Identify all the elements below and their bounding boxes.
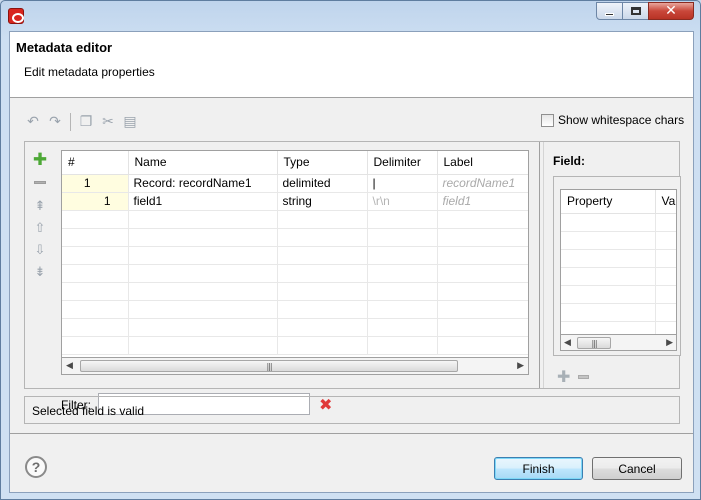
close-icon: ✕ [665,3,677,19]
row-number[interactable]: 1 [62,192,129,211]
dialog-subtitle: Edit metadata properties [24,65,155,79]
property-row [561,231,676,250]
show-whitespace-label: Show whitespace chars [558,113,685,127]
move-top-icon[interactable]: ⇞ [32,198,48,214]
metadata-table: # Name Type Delimiter Label 1 Record: re… [61,150,529,358]
toolbar-separator [70,113,71,131]
column-header-property[interactable]: Property [561,190,656,214]
scroll-left-icon[interactable]: ◀ [66,361,73,371]
status-message: Selected field is valid [32,404,145,418]
column-header-delimiter[interactable]: Delimiter [367,151,438,175]
properties-horizontal-scrollbar[interactable]: ◀ ||| ▶ [560,335,677,351]
scroll-left-icon[interactable]: ◀ [564,338,571,348]
dialog-header: Metadata editor Edit metadata properties [10,32,693,98]
row-delimiter[interactable]: | [367,174,438,193]
table-row-empty [62,264,528,283]
row-label[interactable]: field1 [437,192,528,211]
row-label[interactable]: recordName1 [437,174,528,193]
move-up-icon[interactable]: ⇧ [32,220,48,236]
column-header-value[interactable]: Va [655,190,676,214]
column-header-type[interactable]: Type [277,151,368,175]
field-properties-table: Property Va [560,189,677,335]
table-row-field[interactable]: 1 field1 string \r\n field1 [62,192,528,211]
validation-status: Selected field is valid [24,396,680,424]
row-actions: ✚ ⇞ ⇧ ⇩ ⇟ [32,150,50,286]
button-bar-separator [10,433,693,434]
column-header-label[interactable]: Label [437,151,528,175]
dialog-client-area: Metadata editor Edit metadata properties… [9,31,694,493]
minimize-icon [605,12,614,16]
table-row-empty [62,228,528,247]
add-icon[interactable]: ✚ [32,150,48,170]
row-name[interactable]: field1 [128,192,278,211]
redo-icon[interactable]: ↷ [46,113,64,131]
property-row [561,267,676,286]
panel-splitter[interactable] [539,142,544,388]
dialog-window: ✕ Metadata editor Edit metadata properti… [0,0,701,500]
table-row-record[interactable]: 1 Record: recordName1 delimited | record… [62,174,528,193]
row-number[interactable]: 1 [62,174,129,193]
show-whitespace-checkbox[interactable] [541,113,554,127]
copy-icon[interactable]: ❐ [77,113,95,131]
scrollbar-thumb[interactable]: ||| [577,337,611,349]
table-row-empty [62,246,528,265]
dialog-title: Metadata editor [16,40,113,55]
move-down-icon[interactable]: ⇩ [32,242,48,258]
table-row-empty [62,282,528,301]
help-button[interactable]: ? [25,456,47,478]
minimize-button[interactable] [596,2,623,20]
editor-toolbar: ↶ ↷ ❐ ✂ ▤ [24,112,143,132]
close-window-button[interactable]: ✕ [648,2,694,20]
row-delimiter[interactable]: \r\n [367,192,438,211]
scrollbar-thumb[interactable]: ||| [80,360,458,372]
table-row-empty [62,300,528,319]
remove-property-icon[interactable] [578,374,590,379]
row-type[interactable]: string [277,192,368,211]
property-row [561,213,676,232]
table-horizontal-scrollbar[interactable]: ◀ ||| ▶ [61,358,529,375]
column-header-number[interactable]: # [62,151,129,175]
undo-icon[interactable]: ↶ [24,113,42,131]
window-controls: ✕ [596,2,694,20]
paste-icon[interactable]: ▤ [121,113,139,131]
delimiter-value: | [372,176,376,190]
app-logo-icon [8,8,24,24]
property-row [561,249,676,268]
cancel-button[interactable]: Cancel [592,457,682,480]
column-header-name[interactable]: Name [128,151,278,175]
cut-icon[interactable]: ✂ [99,113,117,131]
maximize-button[interactable] [622,2,649,20]
property-header-row: Property Va [561,190,676,214]
property-row [561,321,676,334]
property-actions: ✚ [557,367,590,386]
metadata-panel: ✚ ⇞ ⇧ ⇩ ⇟ # Name Type Delimiter Label 1 … [24,141,681,415]
table-row-empty [62,210,528,229]
table-header-row: # Name Type Delimiter Label [62,151,528,175]
move-bottom-icon[interactable]: ⇟ [32,264,48,280]
property-row [561,303,676,322]
row-name[interactable]: Record: recordName1 [128,174,278,193]
table-row-empty [62,336,528,355]
maximize-icon [630,7,641,15]
finish-button[interactable]: Finish [494,457,583,480]
field-properties-frame: Property Va ◀ ||| ▶ [553,176,681,356]
show-whitespace-toggle[interactable]: Show whitespace chars [541,113,684,127]
row-type[interactable]: delimited [277,174,368,193]
remove-icon[interactable] [32,174,48,190]
scroll-right-icon[interactable]: ▶ [666,338,673,348]
property-row [561,285,676,304]
scroll-right-icon[interactable]: ▶ [517,361,524,371]
add-property-icon[interactable]: ✚ [557,367,570,386]
table-row-empty [62,318,528,337]
field-panel-title: Field: [553,154,585,168]
